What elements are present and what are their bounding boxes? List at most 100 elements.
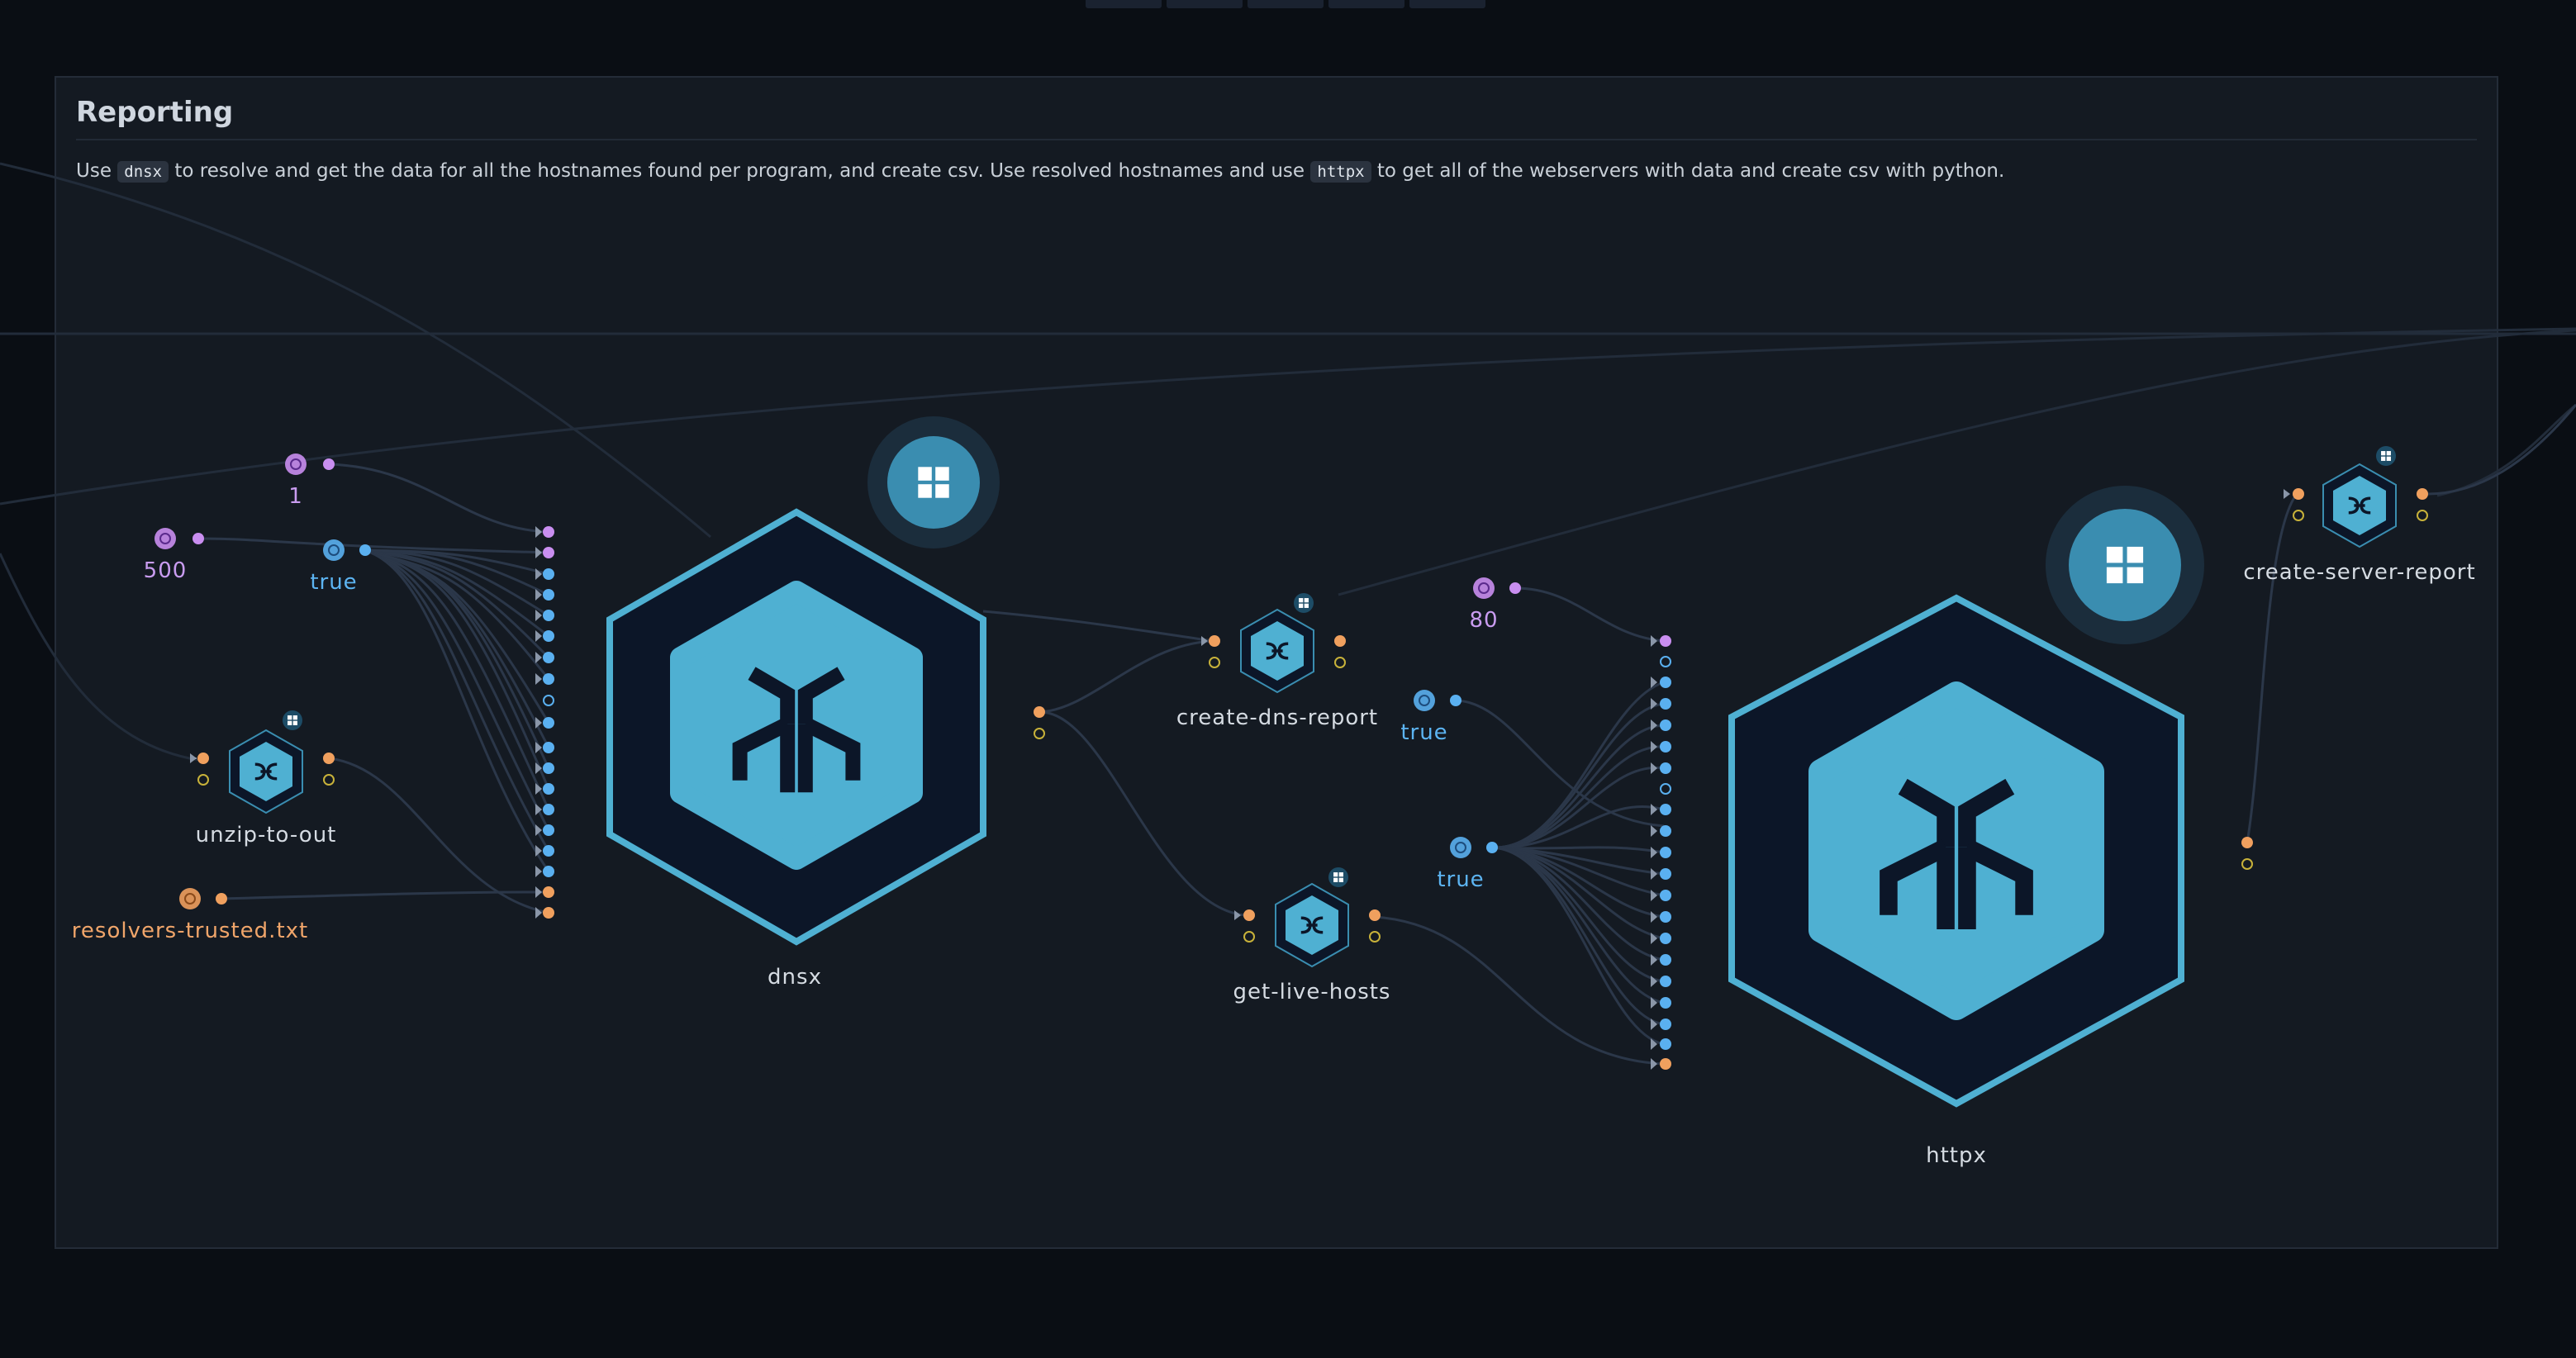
node-label: get-live-hosts (1233, 980, 1391, 1004)
output-port[interactable] (1369, 909, 1381, 921)
input-port[interactable] (543, 824, 554, 836)
param-true-b[interactable] (1414, 690, 1461, 711)
output-port-empty[interactable] (1334, 657, 1346, 668)
input-port[interactable] (543, 804, 554, 815)
input-port[interactable] (543, 547, 554, 558)
output-port[interactable] (323, 458, 335, 470)
output-port[interactable] (359, 544, 371, 556)
input-port[interactable] (543, 717, 554, 729)
output-port-empty[interactable] (2241, 858, 2253, 870)
module-badge (2069, 509, 2181, 621)
input-port[interactable] (1660, 719, 1671, 731)
module-hexagon-inner (670, 581, 923, 870)
output-port[interactable] (192, 533, 204, 544)
httpx-node[interactable] (1728, 486, 2253, 1108)
input-port[interactable] (1660, 976, 1671, 987)
input-port[interactable] (1243, 909, 1255, 921)
input-port-empty[interactable] (543, 695, 554, 706)
output-port-empty[interactable] (1369, 931, 1381, 943)
input-port[interactable] (1209, 635, 1220, 647)
input-port[interactable] (1660, 868, 1671, 880)
input-port[interactable] (1660, 762, 1671, 774)
param-resolvers[interactable] (179, 888, 227, 909)
input-port[interactable] (1660, 804, 1671, 815)
input-port-empty[interactable] (1660, 656, 1671, 667)
output-port[interactable] (1034, 706, 1045, 718)
input-port[interactable] (543, 845, 554, 857)
parameter-icon (285, 453, 307, 475)
input-port-empty[interactable] (1209, 657, 1220, 668)
input-port[interactable] (1660, 698, 1671, 710)
dnsx-input-ports (535, 526, 554, 919)
param-true-a[interactable] (323, 539, 371, 561)
input-port[interactable] (543, 589, 554, 601)
input-port[interactable] (1660, 954, 1671, 966)
input-port[interactable] (1660, 890, 1671, 901)
httpx-input-ports (1651, 635, 1671, 1070)
node-label: dnsx (768, 965, 822, 990)
input-port[interactable] (2293, 488, 2304, 500)
input-port[interactable] (543, 783, 554, 795)
param-value-label: true (310, 570, 358, 595)
output-port[interactable] (1486, 842, 1498, 853)
create-dns-report-node[interactable] (1201, 593, 1346, 694)
param-true-c[interactable] (1450, 837, 1498, 858)
input-port-empty[interactable] (2293, 510, 2304, 521)
input-port[interactable] (1660, 933, 1671, 944)
input-port[interactable] (1660, 997, 1671, 1009)
input-port[interactable] (1660, 635, 1671, 647)
input-port[interactable] (1660, 1018, 1671, 1030)
input-port[interactable] (543, 673, 554, 685)
parameter-icon (179, 888, 201, 909)
module-badge (1294, 593, 1314, 613)
input-port[interactable] (543, 742, 554, 753)
input-port[interactable] (543, 526, 554, 538)
input-port[interactable] (543, 568, 554, 580)
input-port-empty[interactable] (1660, 783, 1671, 795)
param-500[interactable] (154, 528, 204, 549)
param-80[interactable] (1473, 577, 1521, 599)
input-port[interactable] (1660, 677, 1671, 688)
output-port[interactable] (323, 753, 335, 764)
output-port[interactable] (216, 893, 227, 905)
input-port[interactable] (1660, 911, 1671, 923)
output-port-empty[interactable] (1034, 728, 1045, 739)
output-port-empty[interactable] (2417, 510, 2428, 521)
input-port[interactable] (1660, 741, 1671, 753)
input-port[interactable] (543, 610, 554, 621)
dnsx-node[interactable] (606, 416, 1045, 946)
input-port[interactable] (1660, 825, 1671, 837)
module-badge (2376, 446, 2396, 466)
input-port[interactable] (543, 630, 554, 642)
node-label: httpx (1926, 1143, 1987, 1168)
input-port[interactable] (543, 652, 554, 663)
param-value-label: 80 (1469, 608, 1499, 633)
output-port[interactable] (1334, 635, 1346, 647)
output-port[interactable] (1450, 695, 1461, 706)
param-value-label: 1 (288, 484, 303, 509)
module-badge (1328, 867, 1348, 887)
edges (197, 404, 2576, 1066)
input-port[interactable] (1660, 847, 1671, 858)
create-server-report-node[interactable] (2284, 446, 2428, 548)
input-port[interactable] (543, 886, 554, 898)
input-port[interactable] (197, 753, 209, 764)
input-port[interactable] (543, 866, 554, 877)
input-port[interactable] (1660, 1058, 1671, 1070)
input-port[interactable] (543, 762, 554, 774)
input-port-empty[interactable] (197, 774, 209, 786)
unzip-to-out-node[interactable] (190, 710, 335, 814)
get-live-hosts-node[interactable] (1234, 867, 1381, 968)
parameter-icon (154, 528, 176, 549)
output-port[interactable] (2417, 488, 2428, 500)
module-badge (283, 710, 302, 730)
node-label: unzip-to-out (195, 823, 337, 848)
input-port-empty[interactable] (1243, 931, 1255, 943)
output-port[interactable] (1509, 582, 1521, 594)
node-label: create-server-report (2243, 560, 2476, 585)
input-port[interactable] (543, 907, 554, 919)
output-port[interactable] (2241, 837, 2253, 848)
input-port[interactable] (1660, 1038, 1671, 1050)
output-port-empty[interactable] (323, 774, 335, 786)
param-value-label: true (1437, 867, 1485, 892)
